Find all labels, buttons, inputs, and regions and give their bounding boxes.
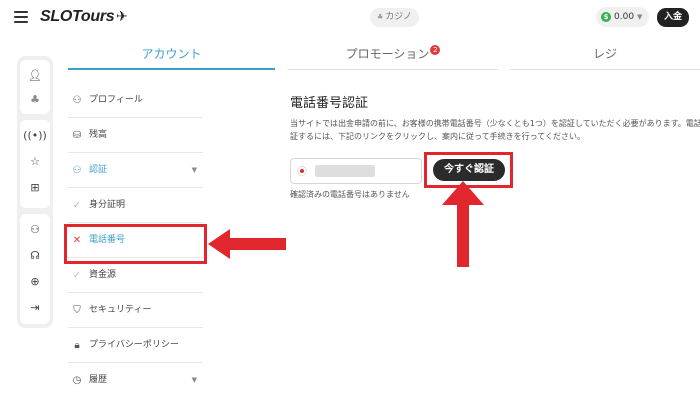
menu-item-label: セキュリティー [89,305,152,315]
chevron-down-icon: ▼ [191,376,197,384]
chevron-down-icon: ▼ [637,13,643,21]
menu-icon[interactable] [14,11,28,23]
phone-menu-highlight [64,224,207,264]
no-verified-phone-text: 確認済みの電話番号はありません [290,190,410,199]
coins-icon: ⛁ [72,130,82,141]
tab-promotion-label: プロモーション [345,47,430,61]
promotion-count-badge: 2 [430,45,441,55]
menu-item-label: 履歴 [89,375,108,385]
lock-icon: 🔒︎ [74,340,80,351]
tab-promotion[interactable]: プロモーション 2 [288,44,498,70]
menu-item-identity[interactable]: ✓ 身分証明 [68,188,203,223]
casino-label: カジノ [385,12,413,22]
menu-item-history[interactable]: ◷ 履歴 ▼ [68,363,203,398]
top-header: SLOTours ✈ ♣ カジノ $0.00 ▼ 入金 [0,0,700,36]
verify-now-button[interactable]: 今すぐ認証 [433,159,505,181]
masked-phone-number [315,165,375,177]
menu-item-label: プロフィール [89,95,143,105]
chevron-down-icon: ▼ [191,166,197,174]
menu-item-balance[interactable]: ⛁ 残高 [68,118,203,153]
coin-icon: $ [601,12,611,22]
phone-number-field[interactable] [290,158,422,184]
description-line: 当サイトでは出金申請の前に、お客様の携帯電話番号（少なくとも1つ）を認証していた… [290,119,700,128]
japan-flag-icon [297,166,307,176]
tab-cashier[interactable]: レジ [510,44,700,70]
support-icon[interactable]: ☊ [20,246,50,266]
clock-icon: ◷ [72,375,82,386]
menu-item-privacy[interactable]: 🔒︎ プライバシーポリシー [68,328,203,363]
balance-value: 0.00 [614,12,635,22]
menu-item-profile[interactable]: ⚇ プロフィール [68,83,203,118]
tab-account[interactable]: アカウント [68,44,275,70]
casino-switch[interactable]: ♣ カジノ [370,8,419,27]
side-icon-rail: 👤︎ ♣ ((•)) ☆ ⊞ ⚇ ☊ ⊕ ⇥ [17,56,53,328]
verify-user-icon: ⚇ [72,165,82,176]
menu-item-verification[interactable]: ⚇ 認証 ▼ [68,153,203,188]
site-logo[interactable]: SLOTours [40,8,115,26]
casino-icon: ♣ [376,13,384,21]
globe-icon[interactable]: ⊕ [20,272,50,292]
menu-item-label: 認証 [89,165,108,175]
deposit-button[interactable]: 入金 [657,8,689,27]
arrow-up-icon [442,181,484,267]
check-icon: ✓ [72,200,82,211]
logout-icon[interactable]: ⇥ [20,298,50,318]
menu-item-label: プライバシーポリシー [89,340,179,350]
description: 当サイトでは出金申請の前に、お客様の携帯電話番号（少なくとも1つ）を認証していた… [290,117,700,143]
user-icon[interactable]: 👤︎ [20,66,50,86]
page-title: 電話番号認証 [290,96,369,111]
account-icon[interactable]: ⚇ [20,220,50,240]
description-line: 証するには、下記のリンクをクリックし、案内に従って手続きを行ってください。 [290,132,585,141]
star-icon[interactable]: ☆ [20,152,50,172]
balance-dropdown[interactable]: $0.00 ▼ [596,7,649,27]
shield-icon: ⛉ [73,305,81,316]
rail-group-top: 👤︎ ♣ [20,60,50,114]
menu-item-security[interactable]: ⛉ セキュリティー [68,293,203,328]
menu-item-label: 残高 [89,130,108,140]
arrow-left-icon [208,229,286,259]
user-icon: ⚇ [72,95,82,106]
casino-chip-icon[interactable]: ♣ [20,90,50,110]
gift-icon[interactable]: ⊞ [20,178,50,198]
broadcast-icon[interactable]: ((•)) [20,126,50,146]
menu-item-label: 身分証明 [89,200,126,210]
rail-group-bottom: ⚇ ☊ ⊕ ⇥ [20,214,50,324]
rail-group-middle: ((•)) ☆ ⊞ [20,120,50,208]
plane-icon: ✈ [116,9,128,25]
